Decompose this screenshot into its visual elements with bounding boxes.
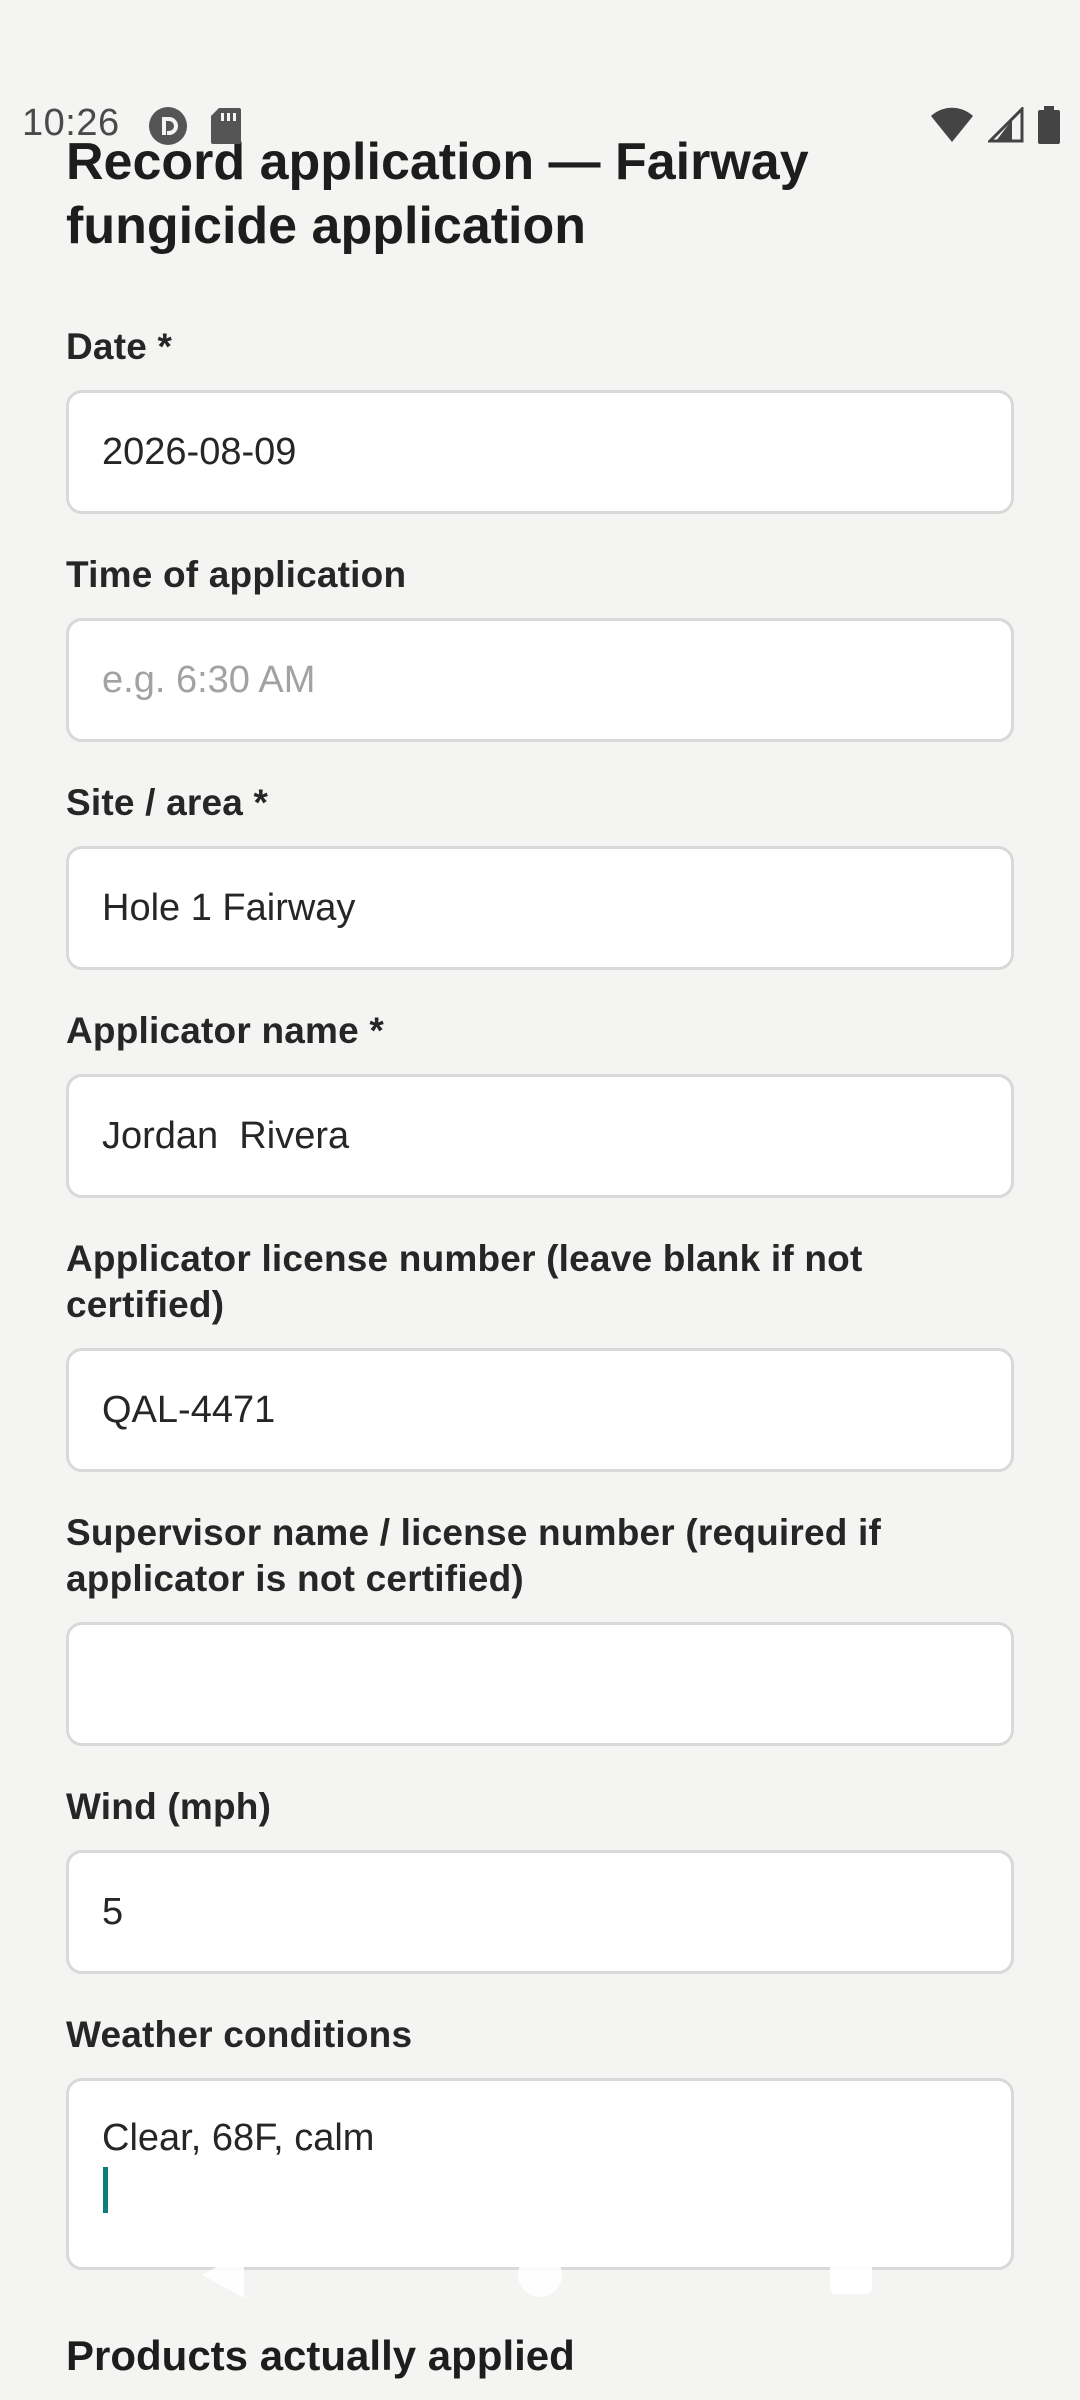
site-area-value: Hole 1 Fairway	[102, 886, 356, 929]
text-cursor	[103, 2167, 108, 2213]
weather-field-group: Weather conditions Clear, 68F, calm	[66, 2012, 1014, 2270]
applicator-name-field-group: Applicator name * Jordan Rivera	[66, 1008, 1014, 1198]
applicator-name-label: Applicator name *	[66, 1010, 384, 1051]
wind-field-group: Wind (mph) 5	[66, 1784, 1014, 1974]
site-field-group: Site / area * Hole 1 Fairway	[66, 780, 1014, 970]
back-icon[interactable]	[200, 2250, 246, 2305]
form-content: Record application — Fairway fungicide a…	[66, 130, 1014, 2382]
date-input-value: 2026-08-09	[102, 430, 297, 473]
site-area-input[interactable]: Hole 1 Fairway	[66, 846, 1014, 970]
supervisor-input[interactable]	[66, 1622, 1014, 1746]
time-field-group: Time of application e.g. 6:30 AM	[66, 552, 1014, 742]
time-of-application-label: Time of application	[66, 554, 407, 595]
site-area-label: Site / area *	[66, 782, 269, 823]
screen: 10:26 Record application — Fairway fungi…	[0, 0, 1080, 2400]
battery-icon	[1038, 106, 1060, 149]
home-icon[interactable]	[518, 2253, 562, 2297]
applicator-license-field-group: Applicator license number (leave blank i…	[66, 1236, 1014, 1472]
cell-signal-icon	[986, 105, 1024, 148]
time-of-application-placeholder: e.g. 6:30 AM	[102, 658, 316, 701]
pocket-casts-icon	[148, 106, 188, 151]
weather-conditions-value: Clear, 68F, calm	[102, 2117, 375, 2159]
wind-label: Wind (mph)	[66, 1786, 272, 1827]
weather-conditions-textarea[interactable]: Clear, 68F, calm	[66, 2078, 1014, 2270]
date-field-group: Date * 2026-08-09	[66, 324, 1014, 514]
wind-input[interactable]: 5	[66, 1850, 1014, 1974]
time-of-application-input[interactable]: e.g. 6:30 AM	[66, 618, 1014, 742]
products-section-title: Products actually applied	[66, 2332, 575, 2379]
applicator-name-input[interactable]: Jordan Rivera	[66, 1074, 1014, 1198]
status-time: 10:26	[22, 102, 120, 144]
status-notification-icons	[148, 106, 242, 151]
applicator-license-label: Applicator license number (leave blank i…	[66, 1238, 863, 1325]
supervisor-label: Supervisor name / license number (requir…	[66, 1512, 882, 1599]
applicator-license-value: QAL-4471	[102, 1388, 276, 1431]
applicator-license-input[interactable]: QAL-4471	[66, 1348, 1014, 1472]
wifi-icon	[930, 107, 974, 148]
applicator-name-value: Jordan Rivera	[102, 1114, 350, 1157]
status-system-icons	[930, 105, 1060, 149]
date-input[interactable]: 2026-08-09	[66, 390, 1014, 514]
weather-conditions-label: Weather conditions	[66, 2014, 413, 2055]
sd-card-icon	[210, 107, 242, 150]
date-label: Date *	[66, 326, 173, 367]
supervisor-field-group: Supervisor name / license number (requir…	[66, 1510, 1014, 1746]
recents-icon[interactable]	[830, 2252, 872, 2294]
status-bar: 10:26	[0, 96, 1080, 156]
wind-value: 5	[102, 1890, 124, 1933]
